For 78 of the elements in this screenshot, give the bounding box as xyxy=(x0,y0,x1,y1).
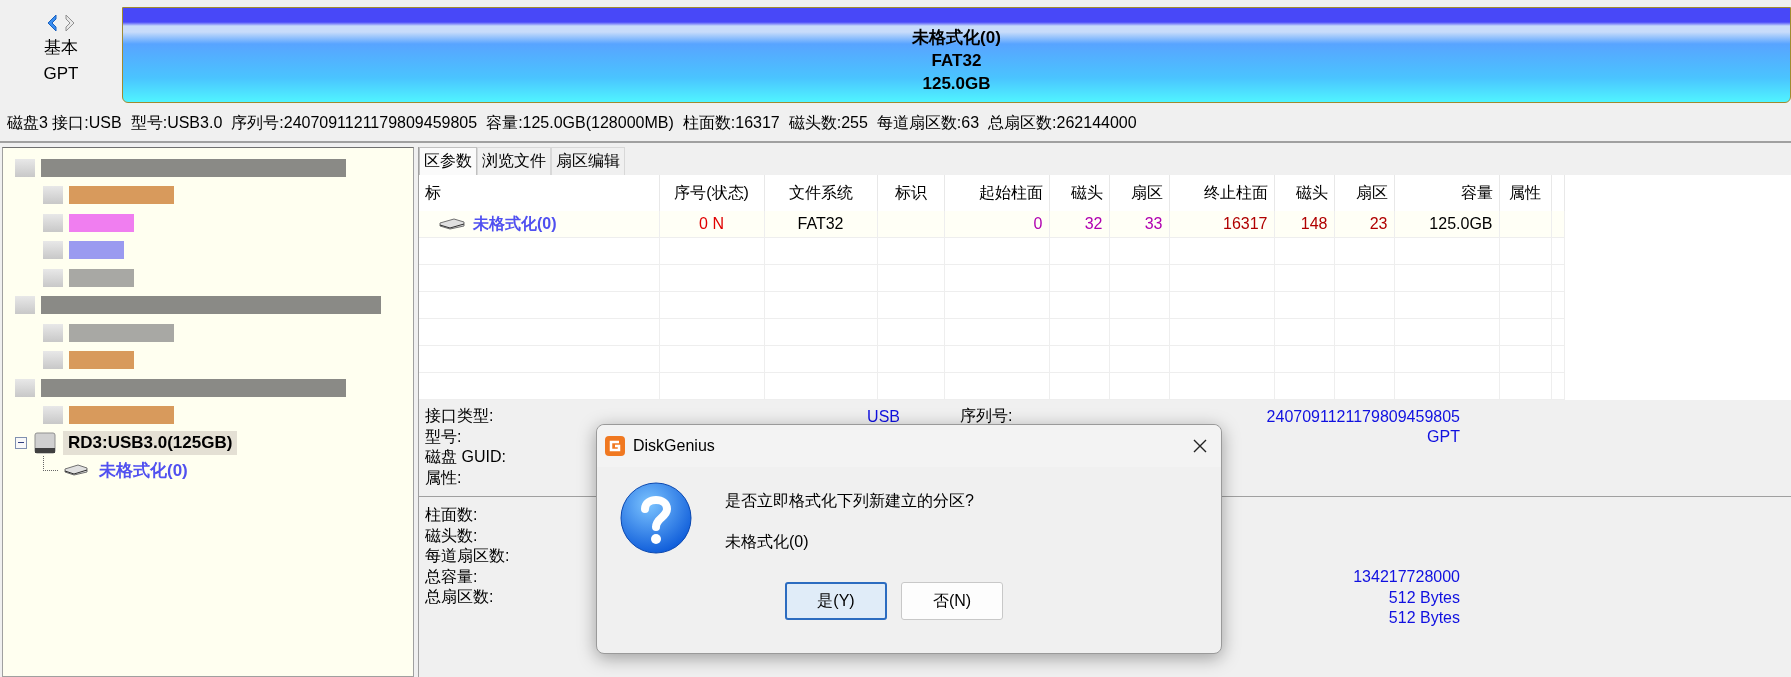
table-cell: FAT32 xyxy=(797,215,844,232)
redacted-block xyxy=(43,323,63,342)
partition-name: 未格式化(0) xyxy=(725,532,810,552)
partition-name: 未格式化(0) xyxy=(912,26,1001,49)
field-label: 总扇区数: xyxy=(425,588,494,605)
disk-mode-label: 基本 xyxy=(44,37,78,59)
redacted-block xyxy=(43,186,63,205)
tab[interactable]: 区参数 xyxy=(419,147,477,175)
field-label: 磁盘 GUID: xyxy=(425,448,506,465)
column-header: 扇区 xyxy=(1130,183,1163,201)
table-cell: 23 xyxy=(1369,215,1388,232)
field-label: 总容量: xyxy=(425,567,478,585)
field-label: 属性: xyxy=(425,468,462,486)
redacted-block xyxy=(43,268,63,287)
column-header: 标识 xyxy=(894,183,927,201)
tab[interactable]: 扇区编辑 xyxy=(551,147,625,175)
redacted-block xyxy=(43,351,63,370)
column-header: 序号(状态) xyxy=(674,183,749,201)
field-label: 磁头数: xyxy=(425,526,478,544)
column-header: 磁头 xyxy=(1295,183,1328,201)
redacted-block xyxy=(43,406,63,425)
field-label: 序列号: xyxy=(960,407,1013,424)
field-value: USB xyxy=(867,407,900,425)
field-value: 134217728000 xyxy=(1353,568,1460,585)
drive-icon xyxy=(64,464,88,477)
redacted-block xyxy=(15,158,35,177)
size-label: 125.0GB xyxy=(922,72,991,95)
field-value: GPT xyxy=(1427,428,1460,445)
table-cell: 32 xyxy=(1084,215,1103,232)
tree-item[interactable]: 未格式化(0) xyxy=(94,456,193,484)
partition-style-label: GPT xyxy=(43,63,79,85)
disk-info-text: 容量:125.0GB(128000MB) xyxy=(486,112,674,133)
column-header: 属性 xyxy=(1509,183,1541,201)
disk-info-text: 总扇区数:262144000 xyxy=(988,112,1137,133)
disk-info-text: 磁头数:255 xyxy=(788,112,868,133)
yes-button[interactable]: 是(Y) xyxy=(785,582,887,620)
question-icon xyxy=(619,481,693,555)
table-cell: 16317 xyxy=(1223,215,1268,232)
app-logo-icon xyxy=(605,436,625,456)
table-cell: 125.0GB xyxy=(1429,215,1493,232)
no-button[interactable]: 否(N) xyxy=(901,582,1003,620)
dialog-title: DiskGenius xyxy=(633,437,716,455)
field-label: 接口类型: xyxy=(425,407,494,424)
table-cell: 0 xyxy=(1033,215,1043,232)
field-value: 512 Bytes xyxy=(1388,588,1460,606)
redacted-block xyxy=(43,213,63,232)
column-header: 磁头 xyxy=(1070,183,1103,201)
disk-info-text: 每道扇区数:63 xyxy=(876,112,980,133)
filesystem-label: FAT32 xyxy=(931,49,982,72)
back-arrow-icon[interactable] xyxy=(45,13,59,33)
tab[interactable]: 浏览文件 xyxy=(477,147,551,175)
column-header: 起始柱面 xyxy=(978,183,1043,201)
collapse-toggle-icon[interactable] xyxy=(15,436,27,449)
table-cell: 148 xyxy=(1300,215,1328,232)
dialog-message: 是否立即格式化下列新建立的分区? xyxy=(725,491,974,511)
column-header: 标 xyxy=(425,183,441,201)
column-header: 终止柱面 xyxy=(1203,183,1268,201)
forward-arrow-icon[interactable] xyxy=(63,13,77,33)
column-header: 扇区 xyxy=(1355,183,1388,201)
field-value: 512 Bytes xyxy=(1388,608,1460,626)
redacted-block xyxy=(15,378,35,397)
disk-info-text: 型号:USB3.0 xyxy=(130,112,223,133)
drive-icon xyxy=(439,218,465,230)
disk-info-text: 柱面数:16317 xyxy=(682,112,780,133)
tree-item[interactable]: RD3:USB3.0(125GB) xyxy=(63,430,238,455)
column-header: 文件系统 xyxy=(788,183,853,201)
partition-bar[interactable]: 未格式化(0) FAT32 125.0GB xyxy=(122,7,1791,103)
table-cell: 33 xyxy=(1144,215,1163,232)
disk-info-text: 序列号:2407091121179809459805 xyxy=(231,112,478,133)
field-label: 型号: xyxy=(425,427,462,445)
column-header: 容量 xyxy=(1460,183,1493,201)
field-value: 2407091121179809459805 xyxy=(1266,407,1460,425)
field-label: 柱面数: xyxy=(425,506,478,523)
redacted-block xyxy=(43,241,63,260)
table-cell: 0 N xyxy=(699,215,724,232)
disk-info-text: 磁盘3 接口:USB xyxy=(7,112,122,133)
field-label: 每道扇区数: xyxy=(425,547,510,564)
redacted-block xyxy=(15,296,35,315)
